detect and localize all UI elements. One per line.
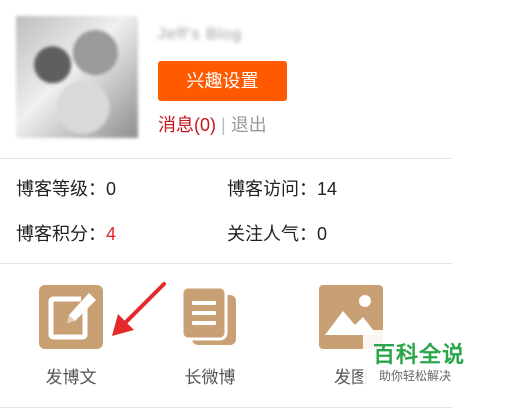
stat-value: 14 — [317, 179, 338, 199]
divider — [0, 263, 452, 264]
action-label: 长微博 — [184, 368, 236, 387]
link-separator: | — [221, 115, 226, 135]
stat-blog-level: 博客等级：0 — [16, 177, 116, 201]
watermark-subtitle: 助你轻松解决 — [379, 369, 452, 383]
stat-label: 博客访问： — [227, 179, 317, 199]
stat-value: 0 — [106, 179, 117, 199]
stat-value: 0 — [317, 224, 328, 244]
watermark-title: 百科全说 — [373, 342, 466, 367]
account-links: 消息(0) | 退出 — [158, 113, 267, 137]
stat-label: 博客积分： — [16, 224, 106, 244]
stat-followers: 关注人气：0 — [227, 222, 327, 246]
action-label: 发博文 — [45, 368, 97, 387]
avatar[interactable] — [16, 16, 138, 138]
blog-profile-panel: Jeff's Blog 兴趣设置 消息(0) | 退出 博客等级：0 博客访问：14… — [0, 0, 508, 412]
document-icon — [178, 285, 242, 349]
username: Jeff's Blog — [158, 26, 243, 43]
long-weibo-button[interactable]: 长微博 — [155, 285, 265, 395]
stat-label: 关注人气： — [227, 224, 317, 244]
edit-icon — [39, 285, 103, 349]
stat-label: 博客等级： — [16, 179, 106, 199]
stat-blog-visits: 博客访问：14 — [227, 177, 337, 201]
stat-blog-points: 博客积分：4 — [16, 222, 116, 246]
watermark: 百科全说 助你轻松解决 — [363, 330, 475, 390]
divider — [0, 158, 452, 159]
divider — [0, 407, 452, 408]
messages-link[interactable]: 消息(0) — [158, 115, 216, 135]
logout-link[interactable]: 退出 — [231, 115, 267, 135]
annotation-arrow-icon — [112, 282, 166, 336]
interest-settings-button[interactable]: 兴趣设置 — [158, 61, 287, 101]
stat-value: 4 — [106, 224, 117, 244]
